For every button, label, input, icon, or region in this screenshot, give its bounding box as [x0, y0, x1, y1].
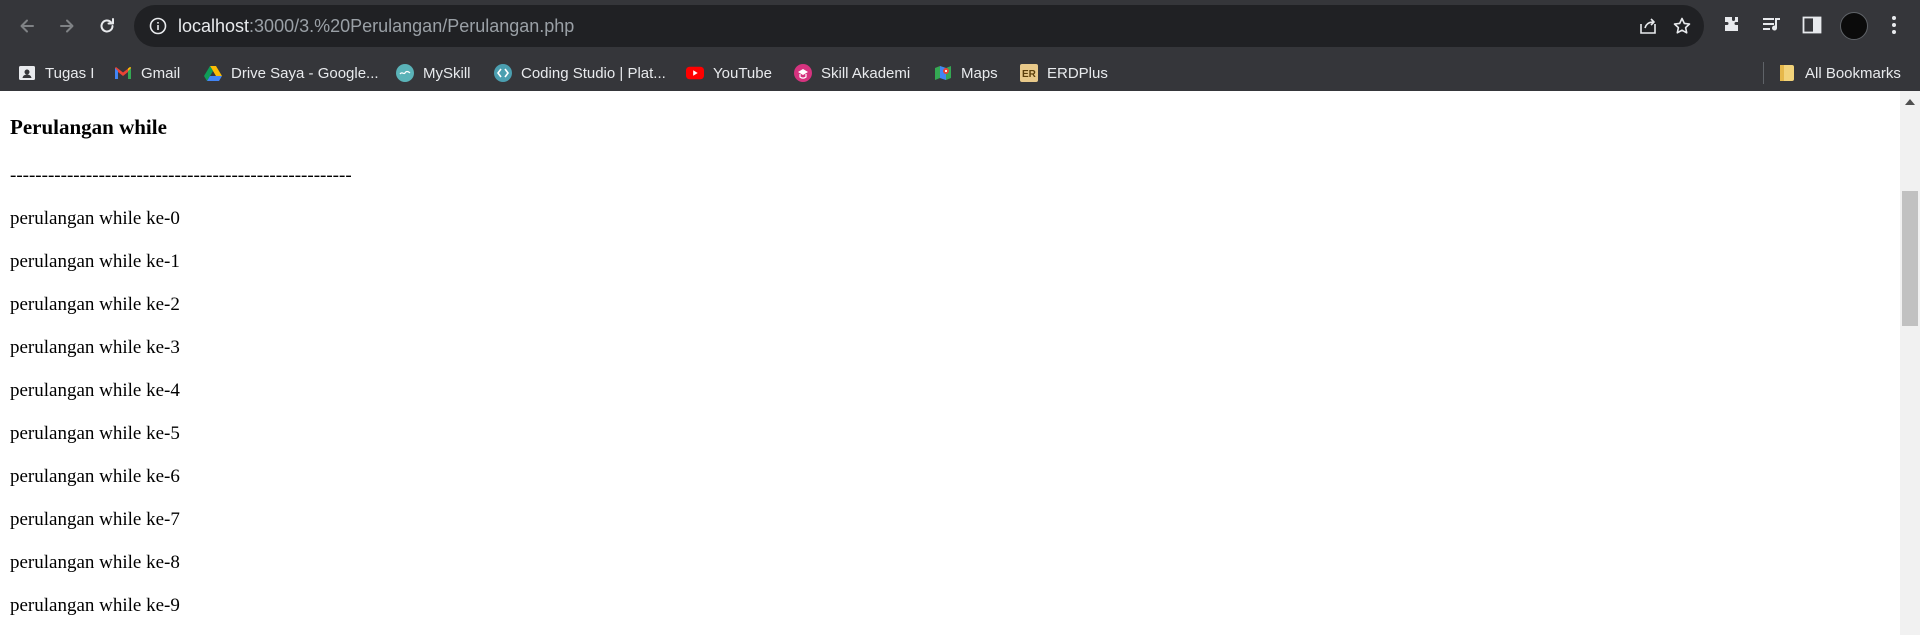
reload-icon [100, 18, 114, 33]
bookmark-label: Drive Saya - Google... [231, 64, 379, 82]
output-line: perulangan while ke-4 [10, 380, 180, 401]
forward-button[interactable] [51, 10, 83, 42]
scrollbar-thumb[interactable] [1902, 191, 1918, 326]
output-line: perulangan while ke-0 [10, 208, 180, 229]
bookmark-myskill[interactable]: MySkill [396, 56, 471, 90]
google-maps-icon [934, 64, 952, 82]
erdplus-icon: ER [1020, 64, 1038, 82]
bookmark-youtube[interactable]: YouTube [686, 56, 772, 90]
page-heading: Perulangan while [10, 115, 167, 139]
all-bookmarks-button[interactable]: All Bookmarks [1778, 56, 1901, 90]
output-line: perulangan while ke-7 [10, 509, 180, 530]
divider-text: ----------------------------------------… [10, 165, 352, 186]
bookmark-coding-studio[interactable]: Coding Studio | Plat... [494, 56, 666, 90]
bookmark-label: YouTube [713, 64, 772, 82]
bookmark-label: ERDPlus [1047, 64, 1108, 82]
page-content: Perulangan while -----------------------… [0, 91, 1900, 635]
output-line: perulangan while ke-8 [10, 552, 180, 573]
google-drive-icon [204, 64, 222, 82]
contact-card-icon [18, 64, 36, 82]
browser-chrome: localhost:3000/3.%20Perulangan/Perulanga… [0, 0, 1920, 91]
all-bookmarks-label: All Bookmarks [1805, 64, 1901, 82]
profile-avatar[interactable] [1840, 12, 1868, 40]
bookmark-star-icon[interactable] [1672, 16, 1692, 36]
bookmarks-separator [1763, 62, 1764, 84]
address-bar[interactable]: localhost:3000/3.%20Perulangan/Perulanga… [134, 5, 1704, 47]
bookmark-label: MySkill [423, 64, 471, 82]
reload-button[interactable] [91, 10, 123, 42]
vertical-scrollbar[interactable] [1900, 91, 1920, 635]
media-playlist-icon[interactable] [1760, 13, 1784, 37]
bookmark-label: Maps [961, 64, 998, 82]
site-info-icon[interactable] [148, 16, 168, 36]
skill-akademi-icon [794, 64, 812, 82]
share-icon[interactable] [1638, 16, 1658, 36]
output-line: perulangan while ke-6 [10, 466, 180, 487]
output-line: perulangan while ke-9 [10, 595, 180, 616]
arrow-left-icon [20, 19, 34, 33]
bookmark-maps[interactable]: Maps [934, 56, 998, 90]
bookmark-label: Gmail [141, 64, 181, 82]
youtube-icon [686, 64, 704, 82]
bookmark-label: Coding Studio | Plat... [521, 64, 666, 82]
output-line: perulangan while ke-2 [10, 294, 180, 315]
bookmark-label: Tugas I [45, 64, 95, 82]
output-line: perulangan while ke-3 [10, 337, 180, 358]
output-line: perulangan while ke-5 [10, 423, 180, 444]
gmail-icon [114, 64, 132, 82]
svg-text:ER: ER [1022, 69, 1037, 80]
url-text[interactable]: localhost:3000/3.%20Perulangan/Perulanga… [178, 5, 574, 47]
bookmark-skill-akademi[interactable]: Skill Akademi [794, 56, 910, 90]
bookmarks-bar: Tugas I Gmail Drive Saya - Google... MyS… [0, 56, 1920, 90]
bookmark-label: Skill Akademi [821, 64, 911, 82]
extensions-puzzle-icon[interactable] [1720, 13, 1744, 37]
scroll-up-arrow-icon[interactable] [1905, 99, 1915, 105]
url-host: localhost [178, 16, 250, 36]
back-button[interactable] [11, 10, 43, 42]
arrow-right-icon [60, 19, 74, 33]
bookmark-tugas-i[interactable]: Tugas I [18, 56, 94, 90]
url-path: :3000/3.%20Perulangan/Perulangan.php [249, 16, 575, 36]
folder-icon [1778, 64, 1796, 82]
bookmark-drive[interactable]: Drive Saya - Google... [204, 56, 379, 90]
bookmark-gmail[interactable]: Gmail [114, 56, 180, 90]
more-menu-icon[interactable] [1882, 13, 1906, 37]
coding-studio-icon [494, 64, 512, 82]
bookmark-erdplus[interactable]: ER ERDPlus [1020, 56, 1108, 90]
myskill-icon [396, 64, 414, 82]
output-line: perulangan while ke-1 [10, 251, 180, 272]
side-panel-icon[interactable] [1800, 13, 1824, 37]
